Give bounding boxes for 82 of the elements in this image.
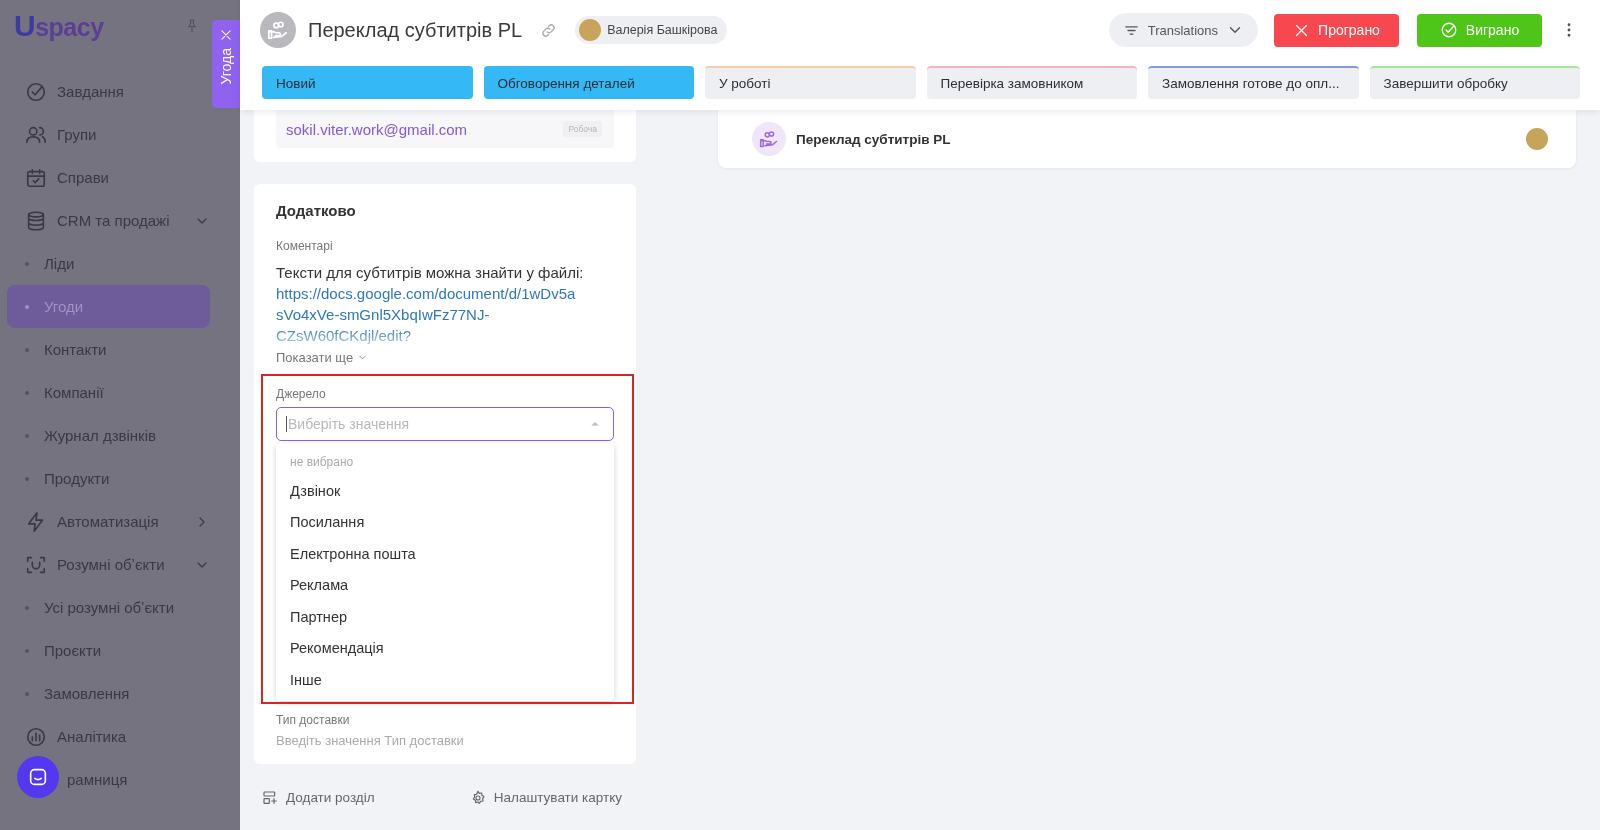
- dropdown-option[interactable]: не вибрано: [276, 449, 614, 475]
- nav-icon: [25, 209, 47, 232]
- sidebar-item-label: Замовлення: [44, 685, 130, 702]
- comment-text: Тексти для субтитрів можна знайти у файлі:: [276, 263, 585, 283]
- hand-coins-icon: [267, 19, 289, 41]
- win-button[interactable]: Виграно: [1417, 13, 1542, 47]
- sidebar-item-label: Завдання: [57, 83, 124, 100]
- sidebar-item[interactable]: рамниця: [7, 758, 210, 801]
- comment-link[interactable]: https://docs.google.com/document/d/1wDv5asVo4xVe-smGnl5XbqIwFz77NJ-CZsW60fCKdjl/edit?: [276, 283, 580, 346]
- dropdown-option[interactable]: Реклама: [276, 569, 614, 601]
- sidebar-item[interactable]: Автоматизація: [7, 500, 210, 543]
- responsible-chip[interactable]: Валерія Башкірова: [575, 16, 728, 44]
- dropdown-option[interactable]: Партнер: [276, 601, 614, 633]
- bullet-icon: [25, 304, 29, 309]
- deal-title: Переклад субтитрів PL: [308, 18, 523, 42]
- stage-tab[interactable]: У роботі: [705, 66, 916, 99]
- stage-tab[interactable]: Завершити обробку: [1369, 66, 1580, 99]
- sidebar-item-label: Автоматизація: [57, 513, 159, 530]
- user-avatar: [1526, 128, 1548, 150]
- sidebar-subitem[interactable]: Контакти: [7, 328, 210, 371]
- dropdown-option[interactable]: Електронна пошта: [276, 538, 614, 570]
- check-circle-icon: [1439, 21, 1458, 39]
- hand-coins-icon: [759, 129, 779, 149]
- lose-button[interactable]: Програно: [1274, 13, 1399, 47]
- email-value: sokil.viter.work@gmail.com: [286, 120, 468, 138]
- sidebar-subitem[interactable]: Продукти: [7, 457, 210, 500]
- stage-tab[interactable]: Обговорення деталей: [483, 66, 694, 99]
- sidebar-subitem[interactable]: Замовлення: [7, 672, 210, 715]
- logo[interactable]: Uspacy: [14, 9, 104, 43]
- sidebar-item[interactable]: Аналітика: [7, 715, 210, 758]
- sidebar-item-label: рамниця: [67, 771, 128, 788]
- dropdown-option[interactable]: Посилання: [276, 506, 614, 538]
- stage-tab[interactable]: Перевірка замовником: [926, 66, 1137, 99]
- chat-icon: [27, 766, 49, 788]
- deal-name[interactable]: Переклад субтитрів PL: [796, 131, 951, 147]
- field-label: Джерело: [276, 387, 327, 401]
- sidebar-item-label: Справи: [57, 169, 109, 186]
- sidebar-subitem[interactable]: Усі розумні обʼєкти: [7, 586, 210, 629]
- deal-tab[interactable]: Угода: [212, 20, 240, 108]
- sidebar-item-label: CRM та продажі: [57, 212, 170, 229]
- sidebar-item-label: Усі розумні обʼєкти: [44, 599, 175, 616]
- dropdown-option[interactable]: Інше: [276, 664, 614, 696]
- sidebar-item[interactable]: Завдання: [7, 70, 210, 113]
- user-avatar: [579, 19, 602, 41]
- nav-icon: [25, 80, 47, 103]
- delivery-input[interactable]: Введіть значення Тип доставки: [276, 732, 614, 748]
- card-title: Додатково: [276, 202, 357, 219]
- link-icon[interactable]: [540, 21, 558, 39]
- sidebar-item-label: Аналітика: [57, 728, 127, 745]
- close-icon[interactable]: [219, 28, 233, 42]
- sidebar-item[interactable]: Справи: [7, 156, 210, 199]
- responsible-name: Валерія Башкірова: [607, 23, 718, 37]
- sidebar-item-label: Компанії: [44, 384, 104, 401]
- sidebar-item-label: Продукти: [44, 470, 110, 487]
- sidebar-item[interactable]: CRM та продажі: [7, 199, 210, 242]
- add-section-icon: [262, 789, 278, 806]
- sidebar-subitem[interactable]: Компанії: [7, 371, 210, 414]
- sidebar-item[interactable]: Групи: [7, 113, 210, 156]
- dropdown-option[interactable]: Рекомендація: [276, 632, 614, 664]
- nav-icon: [25, 166, 47, 189]
- sidebar-subitem[interactable]: Ліди: [7, 242, 210, 285]
- field-label: Коментарі: [276, 239, 334, 253]
- sidebar-item-label: Розумні обʼєкти: [57, 556, 165, 573]
- stage-tab[interactable]: Новий: [262, 66, 473, 99]
- sidebar-item-label: Журнал дзвінків: [44, 427, 156, 444]
- sidebar-subitem[interactable]: Журнал дзвінків: [7, 414, 210, 457]
- deal-tab-label: Угода: [218, 48, 234, 85]
- sidebar-item[interactable]: Розумні обʼєкти: [7, 543, 210, 586]
- pipeline-select[interactable]: Translations: [1108, 13, 1258, 47]
- card-action-link[interactable]: Налаштувати картку: [469, 789, 622, 806]
- dropdown-option[interactable]: Дзвінок: [276, 475, 614, 507]
- sidebar-subitem[interactable]: Проєкти: [7, 629, 210, 672]
- sidebar-item-label: Контакти: [44, 341, 107, 358]
- card-action-link[interactable]: Додати розділ: [262, 789, 375, 806]
- stage-tab[interactable]: Замовлення готове до опл...: [1148, 66, 1359, 99]
- field-label: Тип доставки: [276, 712, 351, 727]
- sidebar-item-label: Групи: [57, 126, 97, 143]
- sidebar-item-label: Проєкти: [44, 642, 102, 659]
- source-select[interactable]: Виберіть значення: [276, 407, 614, 441]
- sidebar-item-label: Ліди: [44, 255, 75, 272]
- show-more-link[interactable]: Показати ще: [276, 350, 369, 365]
- nav-icon: [25, 725, 47, 748]
